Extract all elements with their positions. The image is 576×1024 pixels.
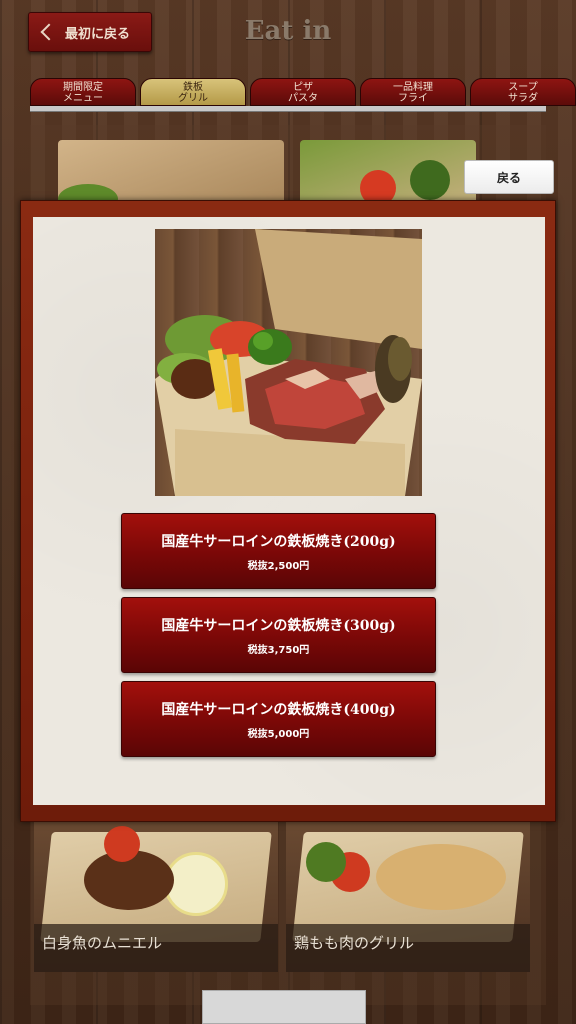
scroll-indicator[interactable] (202, 990, 366, 1024)
menu-item-name: 鶏もも肉のグリル (294, 934, 415, 952)
tabs-divider (30, 106, 546, 112)
option-name: 国産牛サーロインの鉄板焼き(300g) (161, 618, 396, 634)
option-400g-button[interactable]: 国産牛サーロインの鉄板焼き(400g) 税抜5,000円 (121, 681, 436, 757)
menu-item-card[interactable]: 鶏もも肉のグリル (286, 822, 530, 972)
option-price: 税抜2,500円 (247, 561, 310, 572)
tab-side-fry[interactable]: 一品料理 フライ (360, 78, 466, 106)
menu-item-name: 白身魚のムニエル (42, 934, 163, 952)
option-300g-button[interactable]: 国産牛サーロインの鉄板焼き(300g) 税抜3,750円 (121, 597, 436, 673)
product-photo (155, 229, 422, 496)
option-name: 国産牛サーロインの鉄板焼き(200g) (161, 534, 396, 550)
menu-item-card[interactable]: 白身魚のムニエル (34, 822, 278, 972)
category-tabs: 期間限定 メニュー 鉄板 グリル ピザ パスタ 一品料理 フライ スープ サラダ (30, 78, 576, 106)
tab-pizza-pasta[interactable]: ピザ パスタ (250, 78, 356, 106)
option-price: 税抜3,750円 (247, 645, 310, 656)
steak-box-illustration (155, 229, 422, 496)
tab-limited[interactable]: 期間限定 メニュー (30, 78, 136, 106)
tab-soup-salad[interactable]: スープ サラダ (470, 78, 576, 106)
option-price: 税抜5,000円 (247, 729, 310, 740)
tab-grill[interactable]: 鉄板 グリル (140, 78, 246, 106)
item-detail-modal: 国産牛サーロインの鉄板焼き(200g) 税抜2,500円 国産牛サーロインの鉄板… (20, 200, 556, 822)
page-title: Eat in (244, 16, 332, 46)
option-name: 国産牛サーロインの鉄板焼き(400g) (161, 702, 396, 718)
return-button[interactable]: 戻る (464, 160, 554, 194)
option-200g-button[interactable]: 国産牛サーロインの鉄板焼き(200g) 税抜2,500円 (121, 513, 436, 589)
modal-content: 国産牛サーロインの鉄板焼き(200g) 税抜2,500円 国産牛サーロインの鉄板… (33, 217, 545, 805)
